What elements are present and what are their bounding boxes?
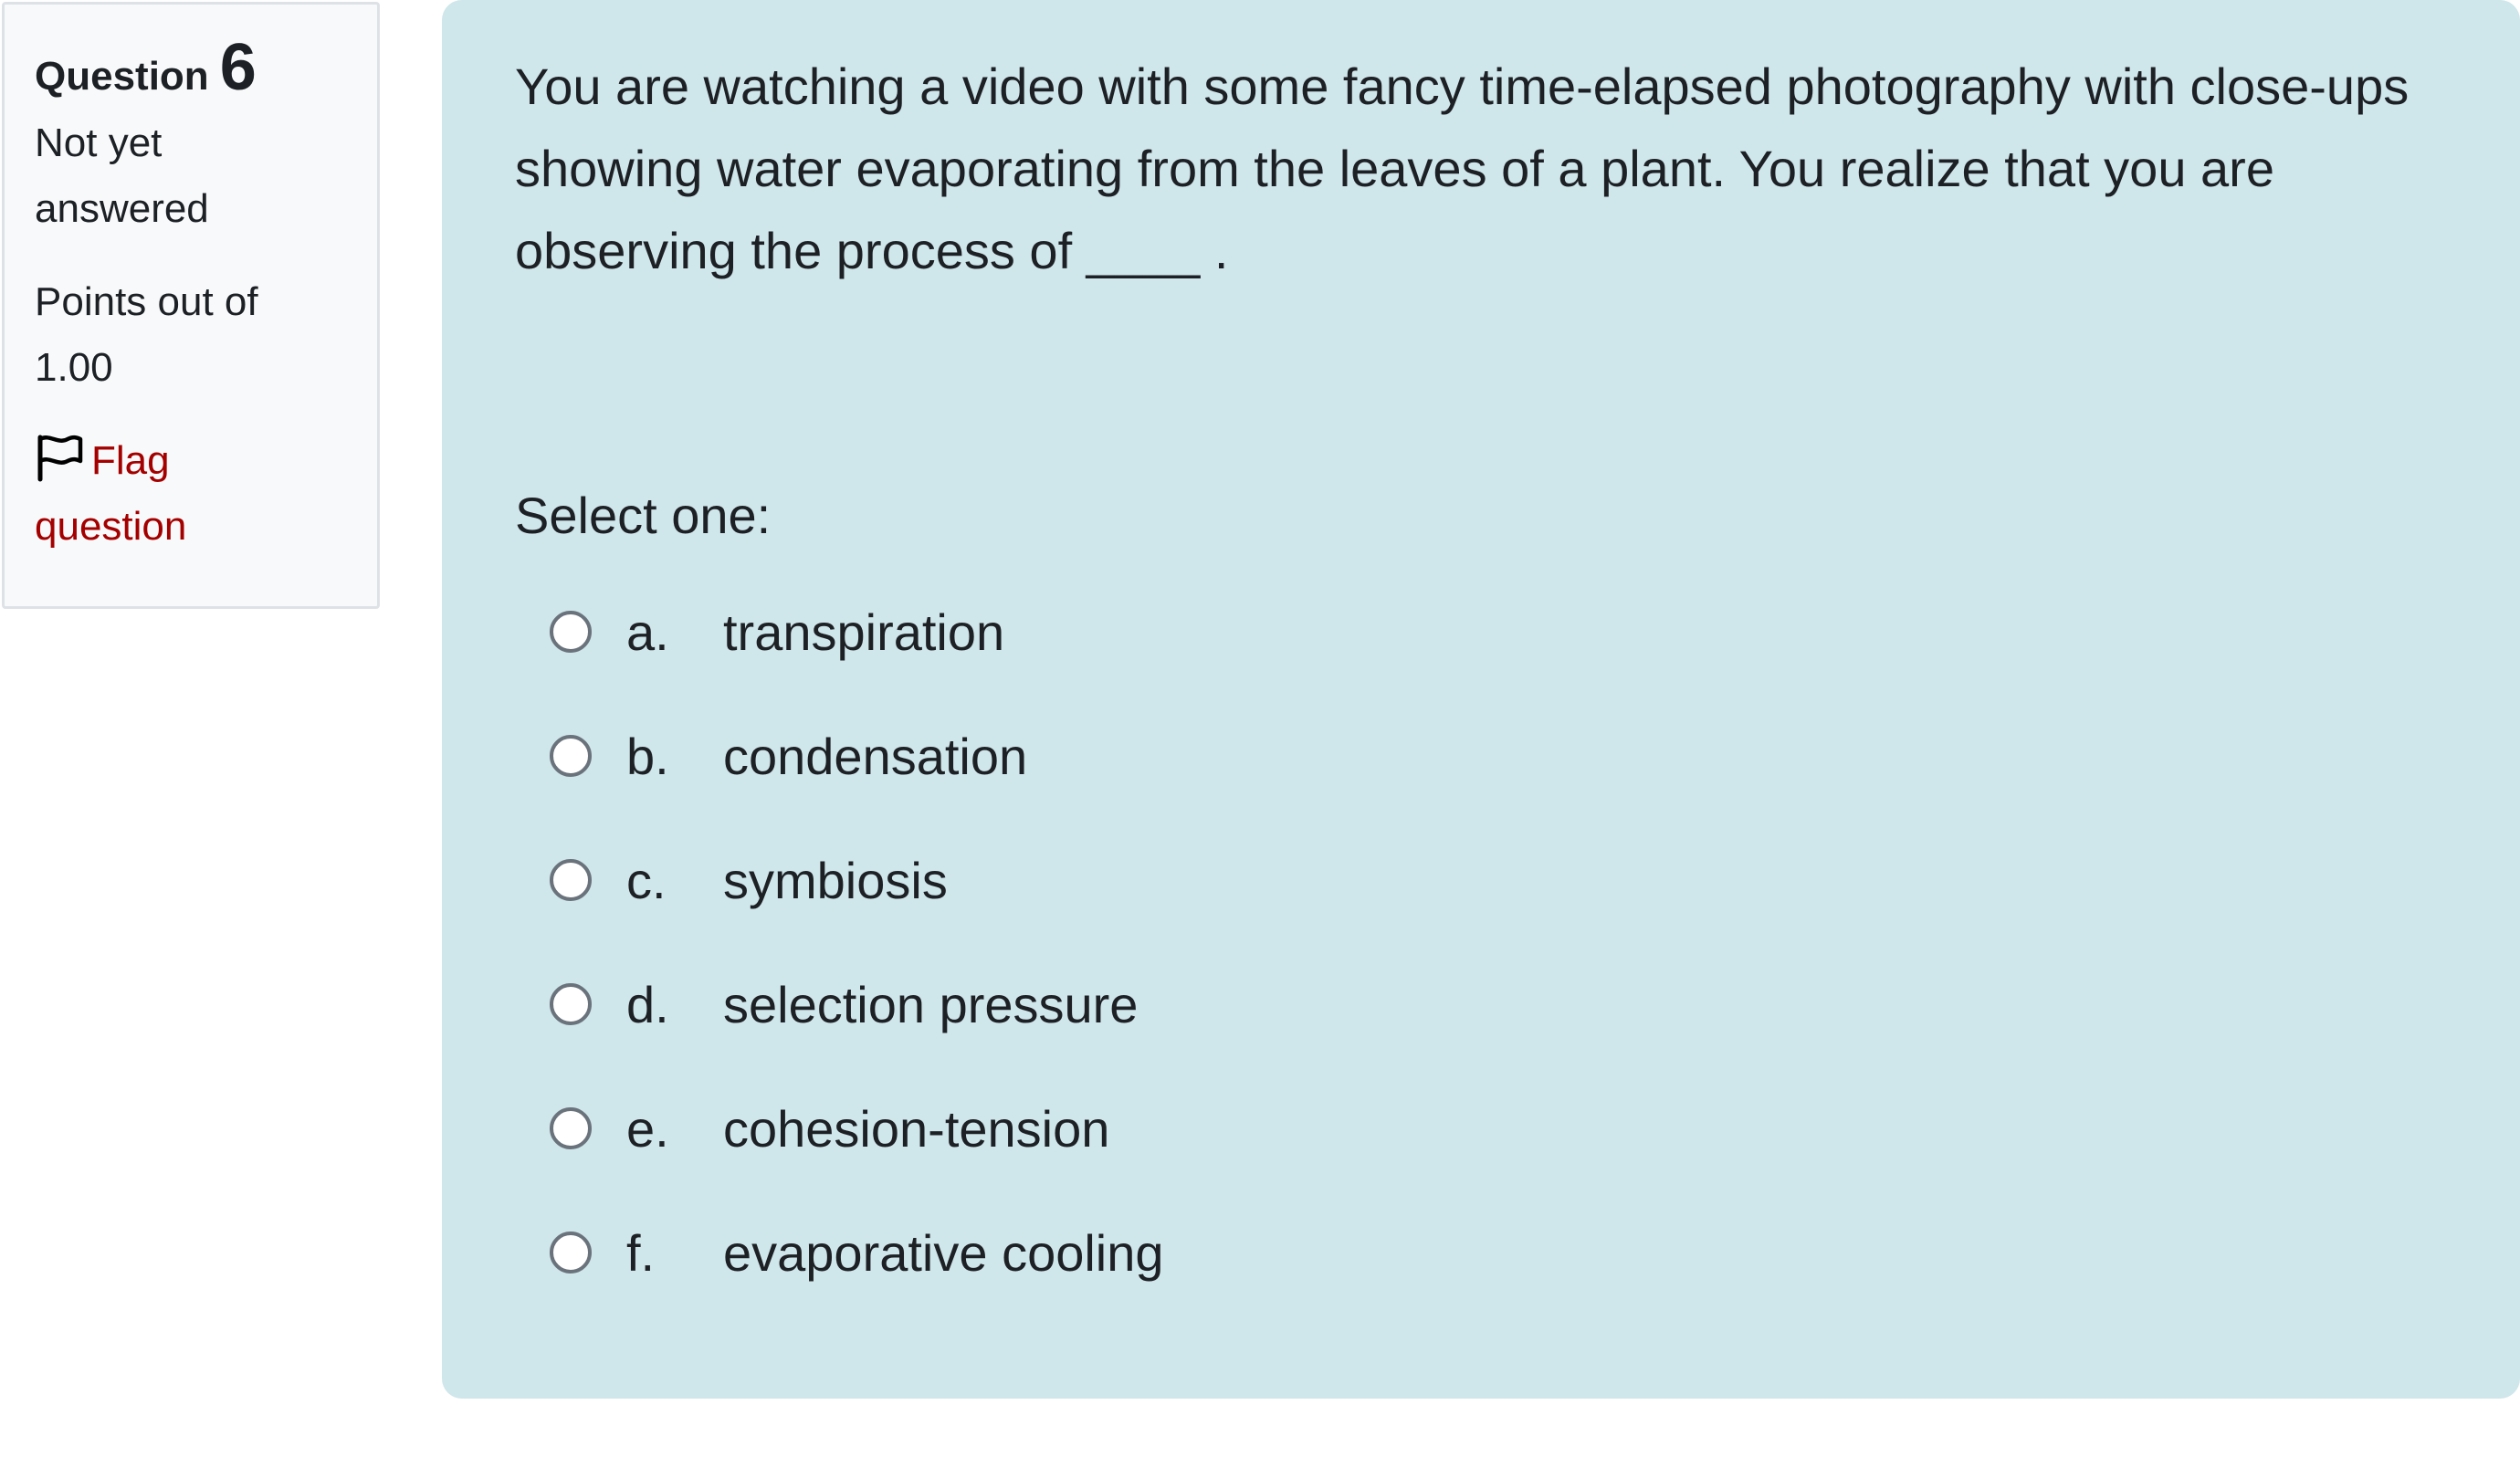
answer-letter: b.: [626, 727, 669, 785]
radio-unchecked-icon[interactable]: [550, 1107, 592, 1149]
answer-label[interactable]: evaporative cooling: [723, 1223, 1164, 1283]
answer-option-d[interactable]: d. selection pressure: [515, 971, 2465, 1037]
question-info-panel: Question 6 Not yet answered Points out o…: [2, 2, 380, 609]
question-grade: Points out of 1.00: [35, 279, 258, 390]
radio-unchecked-icon[interactable]: [550, 1232, 592, 1274]
question-number-heading: Question 6: [35, 30, 377, 104]
answer-prompt: Select one:: [515, 487, 772, 544]
answer-label[interactable]: cohesion-tension: [723, 1099, 1109, 1158]
answer-list: a. transpiration b. condensation c. symb…: [515, 599, 2465, 1285]
answer-option-f[interactable]: f. evaporative cooling: [515, 1220, 2465, 1285]
answer-label[interactable]: transpiration: [723, 603, 1004, 662]
radio-unchecked-icon[interactable]: [550, 735, 592, 777]
answer-label[interactable]: symbiosis: [723, 851, 948, 910]
answer-label[interactable]: condensation: [723, 727, 1027, 786]
answer-option-b[interactable]: b. condensation: [515, 723, 2465, 789]
question-state: Not yet answered: [35, 121, 209, 231]
answer-letter: a.: [626, 603, 669, 661]
answer-letter: c.: [626, 851, 667, 909]
question-content: You are watching a video with some fancy…: [442, 0, 2520, 1399]
radio-unchecked-icon[interactable]: [550, 611, 592, 653]
answer-option-e[interactable]: e. cohesion-tension: [515, 1095, 2465, 1161]
answer-label[interactable]: selection pressure: [723, 975, 1138, 1034]
answer-option-a[interactable]: a. transpiration: [515, 599, 2465, 665]
answer-letter: e.: [626, 1099, 669, 1158]
radio-unchecked-icon[interactable]: [550, 859, 592, 901]
answer-letter: f.: [626, 1223, 656, 1282]
flag-icon: [37, 435, 83, 482]
answer-option-c[interactable]: c. symbiosis: [515, 847, 2465, 913]
question-text: You are watching a video with some fancy…: [515, 58, 2410, 279]
question-label: Question: [35, 54, 209, 99]
question-number: 6: [219, 31, 257, 104]
flag-question-link[interactable]: Flag question: [35, 428, 327, 560]
radio-unchecked-icon[interactable]: [550, 983, 592, 1025]
answer-letter: d.: [626, 975, 669, 1033]
